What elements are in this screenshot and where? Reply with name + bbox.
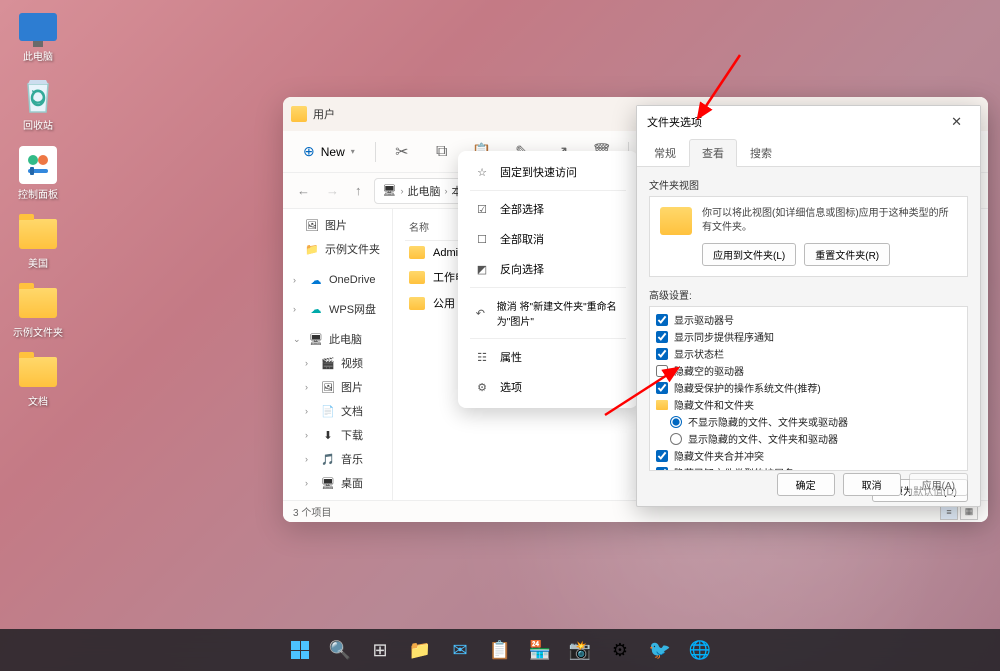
sidebar-item-wps[interactable]: ›☁WPS网盘 <box>287 297 388 321</box>
copy-icon[interactable]: ⧉ <box>428 138 456 166</box>
pc-icon: 🖥 <box>383 184 397 197</box>
folder-icon <box>409 271 425 284</box>
adv-item[interactable]: 不显示隐藏的文件、文件夹或驱动器 <box>656 413 961 430</box>
tab-view[interactable]: 查看 <box>689 139 737 167</box>
invert-icon: ◩ <box>474 263 490 276</box>
context-menu: ☆固定到快速访问 ☑全部选择 ☐全部取消 ◩反向选择 ↶撤消 将"新建文件夹"重… <box>458 151 638 408</box>
adv-item[interactable]: 显示隐藏的文件、文件夹和驱动器 <box>656 430 961 447</box>
sidebar-item[interactable]: ›🖼图片 <box>287 375 388 399</box>
tab-general[interactable]: 常规 <box>641 139 689 167</box>
taskbar-app[interactable]: 📋 <box>483 633 517 667</box>
properties-icon: ☷ <box>474 351 490 364</box>
window-title: 用户 <box>313 106 335 122</box>
advanced-settings-label: 高级设置: <box>649 287 968 302</box>
start-button[interactable] <box>283 633 317 667</box>
folder-icon <box>291 106 307 122</box>
item-count: 3 个项目 <box>293 504 331 519</box>
taskbar-app[interactable]: 📁 <box>403 633 437 667</box>
ctx-select-all[interactable]: ☑全部选择 <box>464 194 632 224</box>
sidebar-item[interactable]: 📁示例文件夹 <box>287 237 388 261</box>
select-none-icon: ☐ <box>474 233 490 246</box>
folder-view-box: 你可以将此视图(如详细信息或图标)应用于这种类型的所有文件夹。 应用到文件夹(L… <box>649 196 968 277</box>
taskbar-app[interactable]: 🏪 <box>523 633 557 667</box>
desktop-icon-folder-1[interactable]: 美国 <box>8 215 68 270</box>
dialog-close-button[interactable]: ✕ <box>943 112 970 132</box>
folder-view-description: 你可以将此视图(如详细信息或图标)应用于这种类型的所有文件夹。 <box>702 207 957 235</box>
nav-forward-icon[interactable]: → <box>322 181 343 200</box>
dialog-title: 文件夹选项 <box>647 114 702 130</box>
adv-item[interactable]: 显示驱动器号 <box>656 311 961 328</box>
sidebar-item[interactable]: ›🎬视频 <box>287 351 388 375</box>
taskbar-app[interactable]: 🌐 <box>683 633 717 667</box>
sidebar-item[interactable]: ›🖥桌面 <box>287 471 388 495</box>
taskbar-app[interactable]: ✉ <box>443 633 477 667</box>
ctx-properties[interactable]: ☷属性 <box>464 342 632 372</box>
taskbar-app[interactable]: ⚙ <box>603 633 637 667</box>
desktop-icon-this-pc[interactable]: 此电脑 <box>8 8 68 63</box>
adv-item[interactable]: 隐藏空的驱动器 <box>656 362 961 379</box>
sidebar-item[interactable]: ›📄文档 <box>287 399 388 423</box>
apply-button[interactable]: 应用(A) <box>909 473 968 496</box>
adv-item[interactable]: 显示状态栏 <box>656 345 961 362</box>
sidebar-item[interactable]: ›🎵音乐 <box>287 447 388 471</box>
adv-item[interactable]: 隐藏受保护的操作系统文件(推荐) <box>656 379 961 396</box>
folder-icon <box>409 246 425 259</box>
cut-icon[interactable]: ✂ <box>388 138 416 166</box>
desktop-icons: 此电脑 回收站 控制面板 美国 示例文件夹 文档 <box>8 8 68 408</box>
reset-folders-button[interactable]: 重置文件夹(R) <box>804 243 890 266</box>
sidebar: 🖼图片 📁示例文件夹 ›☁OneDrive ›☁WPS网盘 ⌄🖥此电脑 ›🎬视频… <box>283 209 393 504</box>
search-icon[interactable]: 🔍 <box>323 633 357 667</box>
ok-button[interactable]: 确定 <box>777 473 835 496</box>
nav-back-icon[interactable]: ← <box>293 181 314 200</box>
folder-icon <box>660 207 692 235</box>
sidebar-item[interactable]: ›⬇下载 <box>287 423 388 447</box>
sidebar-item-thispc[interactable]: ⌄🖥此电脑 <box>287 327 388 351</box>
adv-group: 隐藏文件和文件夹 <box>656 396 961 413</box>
sidebar-item-onedrive[interactable]: ›☁OneDrive <box>287 269 388 291</box>
desktop-icon-folder-2[interactable]: 示例文件夹 <box>8 284 68 339</box>
new-button[interactable]: ⊕New▾ <box>295 139 363 164</box>
select-all-icon: ☑ <box>474 203 490 216</box>
dialog-tabs: 常规 查看 搜索 <box>637 138 980 167</box>
folder-view-heading: 文件夹视图 <box>649 177 968 192</box>
desktop-icon-folder-3[interactable]: 文档 <box>8 353 68 408</box>
advanced-settings-list[interactable]: 显示驱动器号 显示同步提供程序通知 显示状态栏 隐藏空的驱动器 隐藏受保护的操作… <box>649 306 968 471</box>
ctx-undo[interactable]: ↶撤消 将"新建文件夹"重命名为"图片" <box>464 291 632 335</box>
sidebar-item[interactable]: 🖼图片 <box>287 213 388 237</box>
adv-item[interactable]: 隐藏文件夹合并冲突 <box>656 447 961 464</box>
folder-icon <box>656 400 668 410</box>
desktop-icon-control-panel[interactable]: 控制面板 <box>8 146 68 201</box>
adv-item-highlighted[interactable]: 隐藏已知文件类型的扩展名 <box>656 464 961 471</box>
ctx-options[interactable]: ⚙选项 <box>464 372 632 402</box>
taskbar: 🔍 ⊞ 📁 ✉ 📋 🏪 📸 ⚙ 🐦 🌐 <box>0 629 1000 671</box>
nav-up-icon[interactable]: ↑ <box>351 181 366 200</box>
taskbar-app[interactable]: 📸 <box>563 633 597 667</box>
ctx-select-none[interactable]: ☐全部取消 <box>464 224 632 254</box>
desktop-icon-recycle-bin[interactable]: 回收站 <box>8 77 68 132</box>
apply-to-folders-button[interactable]: 应用到文件夹(L) <box>702 243 796 266</box>
options-icon: ⚙ <box>474 381 490 394</box>
cancel-button[interactable]: 取消 <box>843 473 901 496</box>
task-view-icon[interactable]: ⊞ <box>363 633 397 667</box>
ctx-invert[interactable]: ◩反向选择 <box>464 254 632 284</box>
pin-icon: ☆ <box>474 166 490 179</box>
undo-icon: ↶ <box>474 307 487 320</box>
folder-icon <box>409 297 425 310</box>
taskbar-app[interactable]: 🐦 <box>643 633 677 667</box>
folder-options-dialog: 文件夹选项 ✕ 常规 查看 搜索 文件夹视图 你可以将此视图(如详细信息或图标)… <box>636 105 981 507</box>
tab-search[interactable]: 搜索 <box>737 139 785 167</box>
adv-item[interactable]: 显示同步提供程序通知 <box>656 328 961 345</box>
ctx-pin[interactable]: ☆固定到快速访问 <box>464 157 632 187</box>
